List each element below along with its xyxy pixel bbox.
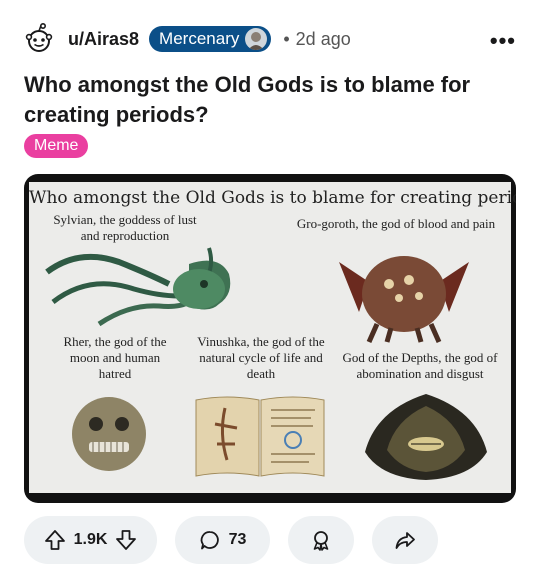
caption-vinushka: Vinushka, the god of the natural cycle o… — [197, 334, 325, 381]
award-ribbon-icon — [313, 531, 329, 551]
user-avatar[interactable] — [22, 22, 56, 56]
flair-portrait-icon — [245, 28, 268, 50]
post-image[interactable]: Who amongst the Old Gods is to blame for… — [24, 174, 516, 503]
post-flair-tag[interactable]: Meme — [24, 134, 89, 158]
caption-rher: Rher, the god of the moon and human hatr… — [63, 334, 167, 381]
user-flair: Mercenary — [149, 26, 272, 52]
share-button[interactable] — [372, 516, 438, 564]
caption-sylvian: Sylvian, the goddess of lust and reprodu… — [53, 212, 197, 243]
reddit-snoo-icon — [25, 22, 53, 52]
comment-count: 73 — [228, 531, 247, 548]
upvote-button[interactable] — [44, 529, 66, 551]
separator-dot: • — [283, 28, 290, 49]
meme-title: Who amongst the Old Gods is to blame for… — [29, 188, 516, 208]
award-button[interactable] — [288, 516, 354, 564]
post-header: u/Airas8 Mercenary • 2d ago ••• — [22, 20, 522, 58]
vinushka-book-figure — [195, 396, 325, 477]
comment-bubble-icon — [200, 531, 219, 550]
meme-image: Who amongst the Old Gods is to blame for… — [29, 182, 516, 493]
depths-god-figure — [365, 394, 487, 480]
post-action-bar: 1.9K 73 — [24, 516, 438, 564]
post-time: 2d ago — [295, 28, 351, 49]
rher-moon-figure — [72, 397, 146, 471]
vote-count: 1.9K — [73, 531, 108, 548]
username[interactable]: u/Airas8 — [68, 29, 139, 50]
grogoroth-demon-figure — [339, 256, 469, 344]
caption-depths: God of the Depths, the god of abominatio… — [342, 350, 498, 381]
downvote-arrow-icon — [116, 530, 137, 550]
post-title[interactable]: Who amongst the Old Gods is to blame for… — [24, 70, 520, 130]
comments-button[interactable]: 73 — [175, 516, 270, 564]
caption-grogoroth: Gro-goroth, the god of blood and pain — [296, 216, 496, 231]
downvote-button[interactable] — [115, 529, 137, 551]
more-options-button[interactable]: ••• — [490, 28, 516, 54]
share-arrow-icon — [395, 532, 415, 549]
flair-label: Mercenary — [159, 29, 240, 48]
vote-control: 1.9K — [24, 516, 157, 564]
upvote-arrow-icon — [44, 530, 65, 550]
sylvian-tentacle-figure — [45, 247, 231, 327]
